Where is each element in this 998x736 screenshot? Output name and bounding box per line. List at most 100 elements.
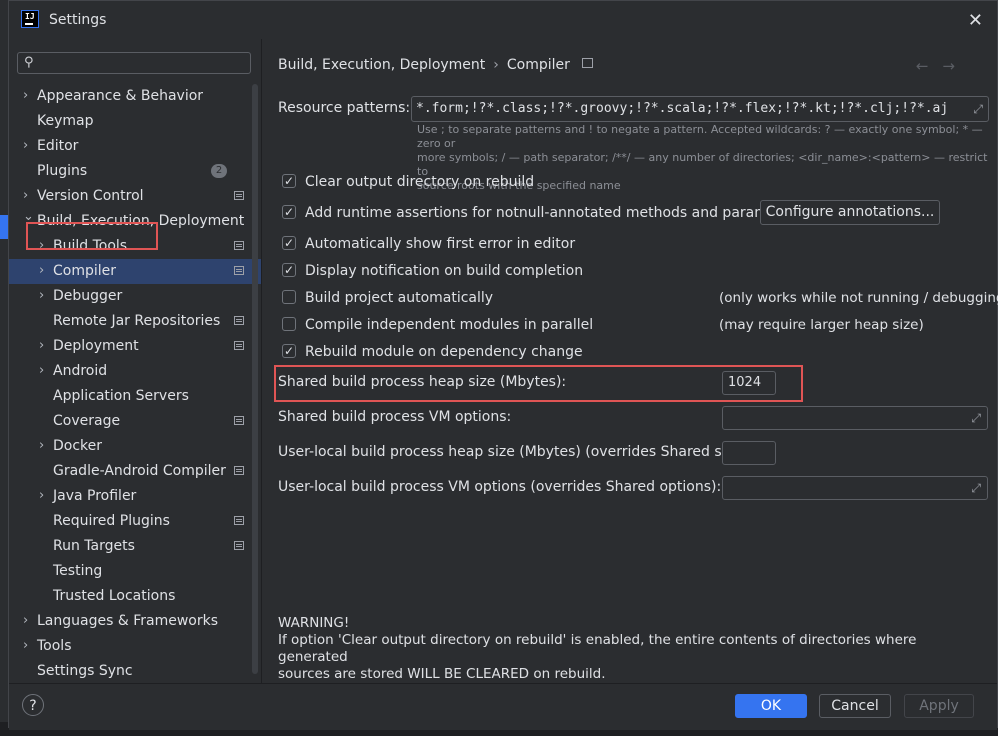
sidebar-item-label: Remote Jar Repositories — [53, 313, 221, 329]
sidebar-scrollbar[interactable] — [252, 84, 258, 674]
sidebar-item-label: Deployment — [53, 338, 139, 354]
hint-line: Use ; to separate patterns and ! to nega… — [417, 123, 983, 150]
breadcrumb-parent[interactable]: Build, Execution, Deployment — [278, 57, 485, 73]
chevron-right-icon: › — [23, 638, 29, 653]
plugins-count-badge: 2 — [211, 164, 227, 178]
chevron-right-icon: › — [39, 438, 45, 453]
settings-dialog: IJ Settings ✕ ⚲ › Appearance & Behavior K… — [8, 0, 998, 730]
shared-vm-options-input[interactable]: ⤢ — [722, 406, 988, 430]
checkbox-label: Compile independent modules in parallel — [305, 317, 594, 333]
sidebar-item-label: Required Plugins — [53, 513, 170, 529]
sidebar-item-gradle-android-compiler[interactable]: Gradle-Android Compiler — [9, 459, 261, 483]
background-tab-marker — [0, 215, 8, 239]
sidebar-item-tools[interactable]: › Tools — [9, 634, 261, 658]
checkbox-checked-icon — [282, 234, 296, 252]
checkbox-label: Display notification on build completion — [305, 263, 584, 279]
chevron-right-icon: › — [39, 263, 45, 278]
search-input[interactable]: ⚲ — [17, 52, 251, 74]
checkbox-checked-icon — [282, 203, 296, 221]
build-auto-note: (only works while not running / debuggin… — [719, 290, 998, 306]
resource-patterns-value: *.form;!?*.class;!?*.groovy;!?*.scala;!?… — [416, 101, 949, 116]
sidebar-item-label: Android — [53, 363, 108, 379]
project-settings-icon — [234, 416, 244, 425]
expand-icon[interactable]: ⤢ — [971, 481, 981, 496]
chevron-right-icon: › — [39, 338, 45, 353]
sidebar-item-label: Tools — [37, 638, 72, 654]
sidebar-item-testing[interactable]: Testing — [9, 559, 261, 583]
checkbox-label: Clear output directory on rebuild — [305, 174, 535, 190]
sidebar-item-android[interactable]: › Android — [9, 359, 261, 383]
sidebar-item-editor[interactable]: › Editor — [9, 134, 261, 158]
chevron-right-icon: › — [23, 88, 29, 103]
chevron-right-icon: › — [23, 613, 29, 628]
sidebar-item-settings-sync[interactable]: Settings Sync — [9, 659, 261, 683]
sidebar-item-deployment[interactable]: › Deployment — [9, 334, 261, 358]
project-settings-icon — [234, 266, 244, 275]
sidebar-item-label: Version Control — [37, 188, 144, 204]
expand-icon[interactable]: ⤢ — [971, 411, 981, 426]
sidebar-item-label: Editor — [37, 138, 79, 154]
sidebar-item-coverage[interactable]: Coverage — [9, 409, 261, 433]
sidebar-item-label: Settings Sync — [37, 663, 133, 679]
sidebar-item-java-profiler[interactable]: › Java Profiler — [9, 484, 261, 508]
sidebar-item-label: Docker — [53, 438, 103, 454]
configure-annotations-button[interactable]: Configure annotations... — [760, 200, 940, 225]
sidebar-item-keymap[interactable]: Keymap — [9, 109, 261, 133]
ok-button[interactable]: OK — [735, 694, 807, 718]
sidebar-item-label: Java Profiler — [53, 488, 137, 504]
close-icon[interactable]: ✕ — [968, 10, 983, 31]
dialog-footer: ? OK Cancel Apply — [9, 683, 997, 730]
sidebar-item-compiler[interactable]: › Compiler — [9, 259, 261, 284]
apply-button[interactable]: Apply — [904, 694, 974, 718]
sidebar-item-run-targets[interactable]: Run Targets — [9, 534, 261, 558]
sidebar-item-appearance-behavior[interactable]: › Appearance & Behavior — [9, 84, 261, 108]
warning-text: If option 'Clear output directory on reb… — [278, 632, 917, 665]
sidebar-item-label: Debugger — [53, 288, 123, 304]
breadcrumb-current: Compiler — [506, 57, 570, 73]
project-settings-icon — [234, 466, 244, 475]
sidebar-item-label: Application Servers — [53, 388, 189, 404]
navigation-arrows: ←→ — [916, 57, 969, 75]
sidebar-item-remote-jar-repositories[interactable]: Remote Jar Repositories — [9, 309, 261, 333]
help-icon[interactable]: ? — [22, 694, 44, 716]
resource-patterns-input[interactable]: *.form;!?*.class;!?*.groovy;!?*.scala;!?… — [411, 96, 989, 122]
checkbox-label: Rebuild module on dependency change — [305, 344, 583, 360]
sidebar-item-label: Plugins — [37, 163, 88, 179]
expand-icon[interactable]: ⤢ — [973, 102, 983, 117]
sidebar-item-label: Appearance & Behavior — [37, 88, 204, 104]
checkbox-checked-icon — [282, 261, 296, 279]
chevron-right-icon: › — [39, 363, 45, 378]
sidebar-item-required-plugins[interactable]: Required Plugins — [9, 509, 261, 533]
shared-vm-options-label: Shared build process VM options: — [278, 409, 512, 425]
resource-patterns-label: Resource patterns: — [278, 100, 411, 116]
sidebar-item-debugger[interactable]: › Debugger — [9, 284, 261, 308]
sidebar-item-label: Gradle-Android Compiler — [53, 463, 226, 479]
breadcrumb-separator: › — [493, 57, 499, 73]
project-settings-icon — [234, 191, 244, 200]
warning-title: WARNING! — [278, 615, 350, 631]
project-settings-icon — [234, 541, 244, 550]
intellij-logo-icon: IJ — [21, 10, 39, 28]
sidebar-item-trusted-locations[interactable]: Trusted Locations — [9, 584, 261, 608]
warning-message: WARNING! If option 'Clear output directo… — [278, 615, 978, 683]
project-settings-icon — [581, 58, 593, 68]
sidebar-item-label: Languages & Frameworks — [37, 613, 218, 629]
forward-arrow-icon[interactable]: → — [942, 57, 969, 75]
local-heap-input[interactable] — [722, 441, 776, 465]
sidebar-item-label: Run Targets — [53, 538, 135, 554]
breadcrumb: Build, Execution, Deployment › Compiler — [278, 57, 593, 73]
cancel-button[interactable]: Cancel — [819, 694, 891, 718]
local-vm-options-input[interactable]: ⤢ — [722, 476, 988, 500]
local-heap-label: User-local build process heap size (Mbyt… — [278, 444, 752, 460]
back-arrow-icon[interactable]: ← — [916, 57, 943, 75]
compiler-highlight-box — [26, 222, 158, 250]
checkbox-label: Add runtime assertions for notnull-annot… — [305, 205, 804, 221]
sidebar-item-languages-frameworks[interactable]: › Languages & Frameworks — [9, 609, 261, 633]
chevron-right-icon: › — [39, 288, 45, 303]
sidebar-item-application-servers[interactable]: Application Servers — [9, 384, 261, 408]
sidebar-item-docker[interactable]: › Docker — [9, 434, 261, 458]
sidebar-item-plugins[interactable]: Plugins 2 — [9, 159, 261, 183]
sidebar-item-version-control[interactable]: › Version Control — [9, 184, 261, 208]
heap-highlight-box — [274, 365, 803, 402]
project-settings-icon — [234, 316, 244, 325]
